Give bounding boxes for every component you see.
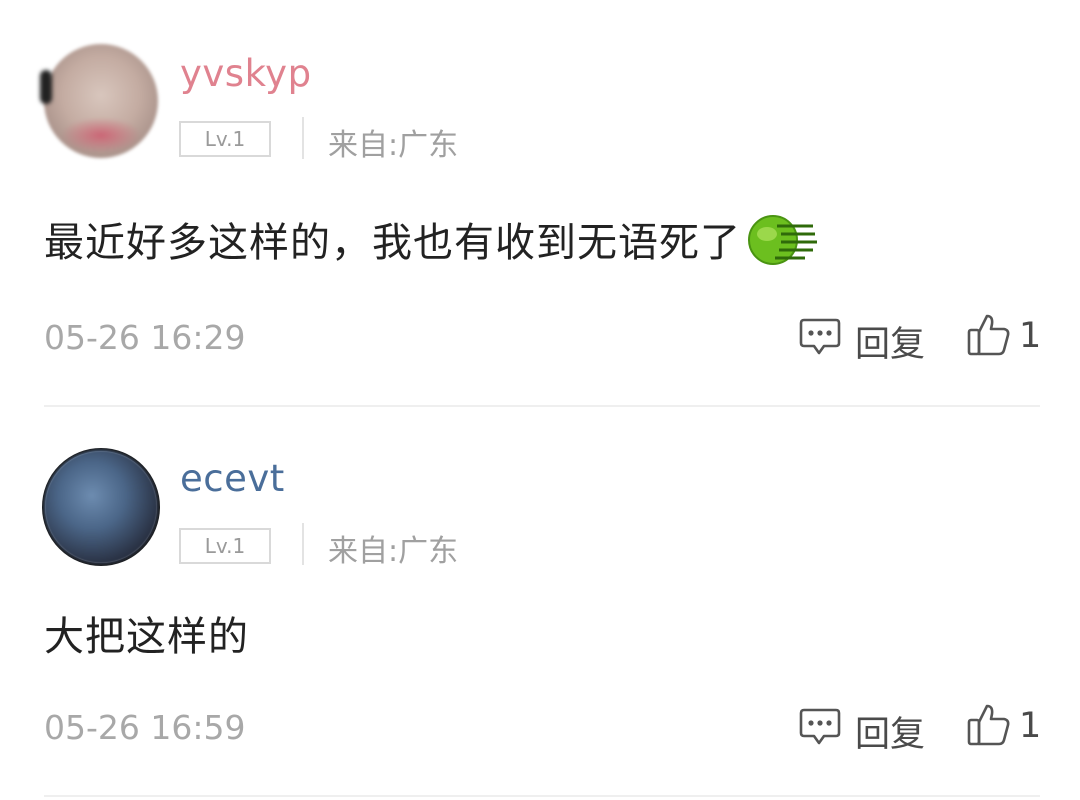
reply-icon[interactable] (798, 706, 842, 752)
meta-divider (302, 523, 304, 565)
comment-separator (44, 795, 1040, 797)
thumbs-up-icon[interactable] (966, 702, 1012, 752)
level-badge: Lv.1 (179, 528, 271, 564)
reply-button[interactable]: 回复 (855, 706, 925, 757)
comment-text: 大把这样的 (44, 614, 249, 660)
timestamp: 05-26 16:59 (44, 708, 246, 747)
avatar[interactable] (44, 450, 158, 564)
location-text: 来自:广东 (328, 534, 459, 569)
like-count: 1 (1019, 706, 1042, 746)
username[interactable]: ecevt (180, 457, 285, 500)
comment-item: ecevt Lv.1 来自:广东 大把这样的 05-26 16:59 回复 1 (0, 0, 1080, 800)
